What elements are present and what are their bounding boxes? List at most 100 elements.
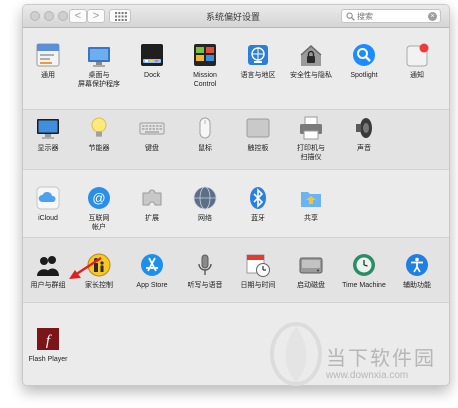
back-button[interactable]: < [69, 9, 87, 23]
pref-label: 显示器 [37, 145, 59, 152]
printers-scanners-icon [298, 115, 324, 141]
keyboard-icon [139, 115, 165, 141]
app-store-icon [139, 252, 165, 278]
pref-label: 扩展 [145, 215, 159, 222]
svg-text:@: @ [92, 191, 105, 206]
pref-icloud[interactable]: iCloud [23, 185, 76, 223]
pref-bluetooth[interactable]: 蓝牙 [230, 185, 286, 223]
desktop-screensaver-icon [86, 42, 112, 68]
pref-label: 语言与地区 [240, 72, 276, 79]
pref-notifications[interactable]: 通知 [389, 42, 445, 80]
watermark-text: 当下软件园 [326, 348, 436, 370]
pref-label: 网络 [198, 215, 212, 222]
pref-trackpad[interactable]: 触控板 [230, 115, 286, 153]
pref-label: 蓝牙 [251, 215, 265, 222]
pref-dock[interactable]: Dock [124, 42, 180, 80]
minimize-window-button[interactable] [44, 11, 54, 21]
pref-language-region[interactable]: 语言与地区 [230, 42, 286, 80]
pref-sound[interactable]: 声音 [336, 115, 392, 153]
pref-label: 听写与语音 [187, 282, 223, 289]
startup-disk-icon [298, 252, 324, 278]
pref-app-store[interactable]: App Store [124, 252, 180, 290]
pref-time-machine[interactable]: Time Machine [336, 252, 392, 290]
pref-label: 安全性与隐私 [290, 72, 332, 79]
forward-button[interactable]: > [87, 9, 105, 23]
pref-printers-scanners[interactable]: 打印机与 扫描仪 [283, 115, 339, 162]
show-all-button[interactable] [109, 9, 131, 23]
annotation-arrow [69, 256, 102, 279]
date-time-icon [245, 252, 271, 278]
pref-label: 鼠标 [198, 145, 212, 152]
zoom-window-button[interactable] [58, 11, 68, 21]
pref-label: 打印机与 扫描仪 [297, 145, 325, 161]
pref-label: 触控板 [247, 145, 269, 152]
pref-label: 共享 [304, 215, 318, 222]
pref-keyboard[interactable]: 键盘 [124, 115, 180, 153]
language-region-icon [245, 42, 271, 68]
pref-label: Mission Control [193, 72, 217, 88]
accessibility-icon [404, 252, 430, 278]
clear-search-button[interactable]: × [428, 12, 437, 21]
pref-dictation-speech[interactable]: 听写与语音 [177, 252, 233, 290]
pref-label: Spotlight [350, 72, 378, 79]
spotlight-icon [351, 42, 377, 68]
pref-energy-saver[interactable]: 节能器 [71, 115, 127, 153]
security-privacy-icon [298, 42, 324, 68]
energy-saver-icon [86, 115, 112, 141]
sharing-icon [298, 185, 324, 211]
pref-flash-player[interactable]: f Flash Player [23, 326, 76, 364]
pref-accessibility[interactable]: 辅助功能 [389, 252, 445, 290]
pref-label: 桌面与 屏幕保护程序 [78, 72, 120, 88]
pref-mouse[interactable]: 鼠标 [177, 115, 233, 153]
pref-label: 通用 [41, 72, 55, 79]
pref-label: 键盘 [145, 145, 159, 152]
search-input[interactable] [357, 10, 427, 22]
pref-displays[interactable]: 显示器 [23, 115, 76, 153]
system-preferences-window: < > 系统偏好设置 × [22, 4, 450, 386]
pref-label: 通知 [410, 72, 424, 79]
grid-icon [115, 12, 127, 21]
notifications-icon [404, 42, 430, 68]
extensions-icon [139, 185, 165, 211]
general-icon [35, 42, 61, 68]
pref-security-privacy[interactable]: 安全性与隐私 [283, 42, 339, 80]
pref-label: App Store [136, 282, 168, 289]
internet-accounts-icon: @ [86, 185, 112, 211]
pref-label: 节能器 [88, 145, 110, 152]
pref-label: Dock [144, 72, 160, 79]
users-groups-icon [35, 252, 61, 278]
pref-label: 辅助功能 [403, 282, 431, 289]
watermark-url: www.downxia.com [326, 370, 409, 381]
icloud-icon [35, 185, 61, 211]
pref-label: Time Machine [342, 282, 386, 289]
pref-label: 互联网 帐户 [88, 215, 110, 231]
search-field[interactable]: × [341, 9, 441, 23]
pref-desktop-screensaver[interactable]: 桌面与 屏幕保护程序 [71, 42, 127, 89]
pref-mission-control[interactable]: Mission Control [177, 42, 233, 89]
mouse-icon [192, 115, 218, 141]
pref-label: Flash Player [28, 356, 68, 363]
pref-date-time[interactable]: 日期与时间 [230, 252, 286, 290]
watermark-logo [270, 322, 322, 386]
trackpad-icon [245, 115, 271, 141]
pref-label: 启动磁盘 [297, 282, 325, 289]
displays-icon [35, 115, 61, 141]
pref-spotlight[interactable]: Spotlight [336, 42, 392, 80]
close-window-button[interactable] [30, 11, 40, 21]
pref-internet-accounts[interactable]: @ 互联网 帐户 [71, 185, 127, 232]
window-title: 系统偏好设置 [205, 12, 260, 22]
sound-icon [351, 115, 377, 141]
time-machine-icon [351, 252, 377, 278]
pref-startup-disk[interactable]: 启动磁盘 [283, 252, 339, 290]
pref-label: iCloud [38, 215, 58, 222]
pref-label: 日期与时间 [240, 282, 276, 289]
bluetooth-icon [245, 185, 271, 211]
flash-player-icon: f [35, 326, 61, 352]
pref-general[interactable]: 通用 [23, 42, 76, 80]
pref-extensions[interactable]: 扩展 [124, 185, 180, 223]
search-icon [346, 12, 355, 21]
pref-network[interactable]: 网络 [177, 185, 233, 223]
pref-sharing[interactable]: 共享 [283, 185, 339, 223]
pref-label: 声音 [357, 145, 371, 152]
dock-icon [139, 42, 165, 68]
